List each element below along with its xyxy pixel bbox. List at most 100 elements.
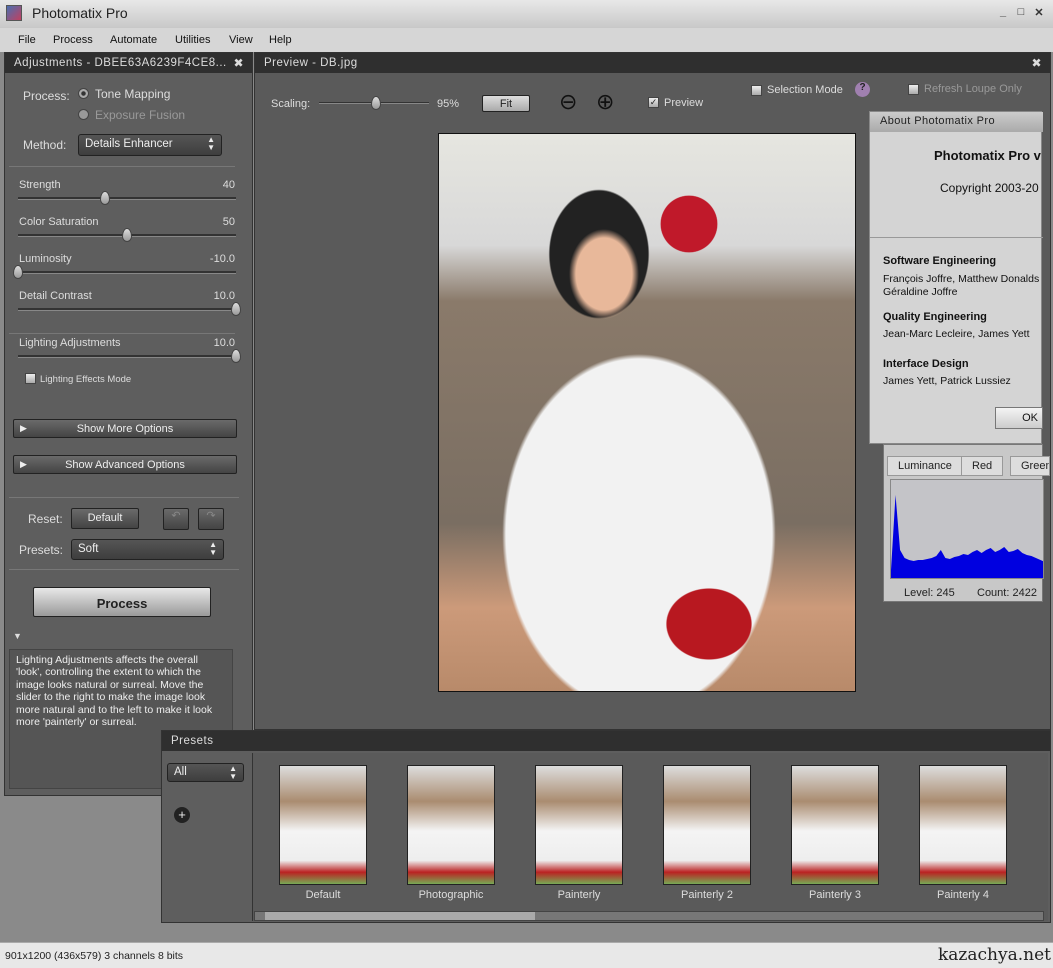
tone-mapping-label[interactable]: Tone Mapping — [95, 87, 170, 101]
presets-panel: Presets All ▲ ▼ + Default Photographic Paint… — [161, 730, 1051, 923]
ok-button[interactable]: OK — [995, 407, 1043, 429]
preset-label[interactable]: Photographic — [396, 889, 506, 901]
slider-value: 50 — [222, 216, 235, 228]
maximize-button[interactable]: □ — [1014, 6, 1028, 20]
menu-utilities[interactable]: Utilities — [175, 34, 210, 46]
preset-thumbnail[interactable] — [279, 765, 367, 885]
histogram-panel: Luminance Red Green Level: 245 Count: 24… — [883, 444, 1050, 602]
slider-value: 10.0 — [213, 290, 235, 302]
preview-image — [438, 133, 856, 692]
preset-thumbnail[interactable] — [407, 765, 495, 885]
fit-button[interactable]: Fit — [482, 95, 530, 112]
slider-track[interactable] — [13, 265, 236, 279]
about-heading: Interface Design — [883, 358, 969, 370]
slider-value: 10.0 — [213, 337, 235, 349]
selection-mode-label: Selection Mode — [767, 84, 843, 96]
preset-label[interactable]: Painterly 3 — [780, 889, 890, 901]
slider-thumb[interactable] — [13, 265, 23, 279]
exposure-fusion-radio[interactable] — [78, 109, 89, 120]
method-label: Method: — [23, 138, 67, 152]
zoom-out-icon[interactable]: ⊖ — [559, 89, 577, 115]
presets-select[interactable]: Soft ▲ ▼ — [71, 539, 224, 560]
add-preset-icon[interactable]: + — [174, 807, 190, 823]
scrollbar-thumb[interactable] — [265, 912, 535, 920]
selection-mode-checkbox[interactable] — [751, 85, 762, 96]
refresh-loupe-checkbox[interactable] — [908, 84, 919, 95]
slider-label: Lighting Adjustments — [19, 337, 121, 349]
slider-thumb[interactable] — [100, 191, 111, 205]
tab-luminance[interactable]: Luminance — [887, 456, 963, 476]
lighting-effects-checkbox[interactable] — [25, 373, 36, 384]
slider-track[interactable] — [18, 302, 241, 316]
collapse-triangle-icon[interactable]: ▼ — [13, 631, 22, 641]
redo-icon[interactable]: ↷ — [198, 508, 224, 530]
process-label: Process: — [23, 89, 70, 103]
exposure-fusion-label[interactable]: Exposure Fusion — [95, 108, 185, 122]
slider-label: Detail Contrast — [19, 290, 92, 302]
presets-filter-select[interactable]: All ▲ ▼ — [167, 763, 244, 782]
slider-track[interactable] — [18, 228, 236, 242]
show-more-label: Show More Options — [76, 423, 174, 435]
preset-thumbnail[interactable] — [791, 765, 879, 885]
slider-thumb[interactable] — [371, 96, 382, 110]
lighting-effects-label: Lighting Effects Mode — [40, 374, 132, 385]
updown-icon: ▲ ▼ — [207, 135, 215, 152]
preview-header: Preview - DB.jpg ✖ — [255, 53, 1050, 73]
menu-automate[interactable]: Automate — [110, 34, 157, 46]
presets-title: Presets — [171, 735, 214, 747]
preset-label[interactable]: Painterly 4 — [908, 889, 1018, 901]
close-icon[interactable]: ✖ — [233, 56, 244, 70]
process-button[interactable]: Process — [33, 587, 211, 617]
reset-label: Reset: — [28, 512, 63, 526]
updown-icon: ▲ ▼ — [229, 764, 237, 781]
adjustments-panel: Adjustments - DBEE63A6239F4CE8... ✖ Proce… — [4, 52, 253, 796]
help-icon[interactable]: ? — [855, 82, 870, 97]
slider-thumb[interactable] — [231, 349, 241, 363]
preset-thumbnail[interactable] — [919, 765, 1007, 885]
slider-track[interactable] — [18, 349, 241, 363]
menu-view[interactable]: View — [229, 34, 253, 46]
preset-thumbnail[interactable] — [535, 765, 623, 885]
preset-label[interactable]: Default — [268, 889, 378, 901]
slider-thumb[interactable] — [122, 228, 132, 242]
scaling-slider[interactable] — [319, 96, 429, 110]
menu-help[interactable]: Help — [269, 34, 292, 46]
menu-file[interactable]: File — [18, 34, 36, 46]
tab-green[interactable]: Green — [1010, 456, 1050, 476]
zoom-in-icon[interactable]: ⊕ — [596, 89, 614, 115]
menu-process[interactable]: Process — [53, 34, 93, 46]
about-names: Géraldine Joffre — [883, 286, 958, 298]
app-icon — [6, 5, 22, 21]
preview-checkbox[interactable]: ✓ — [648, 97, 659, 108]
close-icon[interactable]: ✖ — [1031, 56, 1042, 70]
watermark-logo: kazachya.net — [938, 945, 1051, 965]
tone-mapping-radio[interactable] — [78, 88, 89, 99]
preset-label[interactable]: Painterly 2 — [652, 889, 762, 901]
tab-red[interactable]: Red — [961, 456, 1004, 476]
horizontal-scrollbar[interactable] — [254, 911, 1044, 921]
preview-label: Preview — [664, 97, 704, 109]
slider-label: Luminosity — [19, 253, 72, 265]
preset-thumbnails: Default Photographic Painterly Painterly 2 P… — [252, 753, 1048, 921]
show-more-options-button[interactable]: ▶ Show More Options — [13, 419, 237, 438]
slider-thumb[interactable] — [231, 302, 241, 316]
slider-track[interactable] — [18, 191, 236, 205]
show-advanced-label: Show Advanced Options — [65, 459, 185, 471]
close-button[interactable]: ✕ — [1032, 6, 1046, 20]
preset-thumbnail[interactable] — [663, 765, 751, 885]
adjustments-header: Adjustments - DBEE63A6239F4CE8... ✖ — [5, 53, 252, 73]
method-select[interactable]: Details Enhancer ▲ ▼ — [78, 134, 222, 156]
minimize-button[interactable]: _ — [996, 6, 1010, 20]
scaling-value: 95% — [437, 98, 460, 110]
about-names: Jean-Marc Lecleire, James Yett — [883, 328, 1030, 340]
preset-label[interactable]: Painterly — [524, 889, 634, 901]
slider-value: 40 — [222, 179, 235, 191]
undo-icon[interactable]: ↶ — [163, 508, 189, 530]
about-copyright: Copyright 2003-20 — [940, 181, 1039, 195]
show-advanced-options-button[interactable]: ▶ Show Advanced Options — [13, 455, 237, 474]
status-text: 901x1200 (436x579) 3 channels 8 bits — [5, 950, 184, 962]
about-names: James Yett, Patrick Lussiez — [883, 375, 1011, 387]
histogram-count: Count: 2422 — [977, 587, 1037, 599]
about-dialog: About Photomatix Pro Photomatix Pro v Co… — [869, 111, 1043, 444]
default-button[interactable]: Default — [71, 508, 139, 529]
